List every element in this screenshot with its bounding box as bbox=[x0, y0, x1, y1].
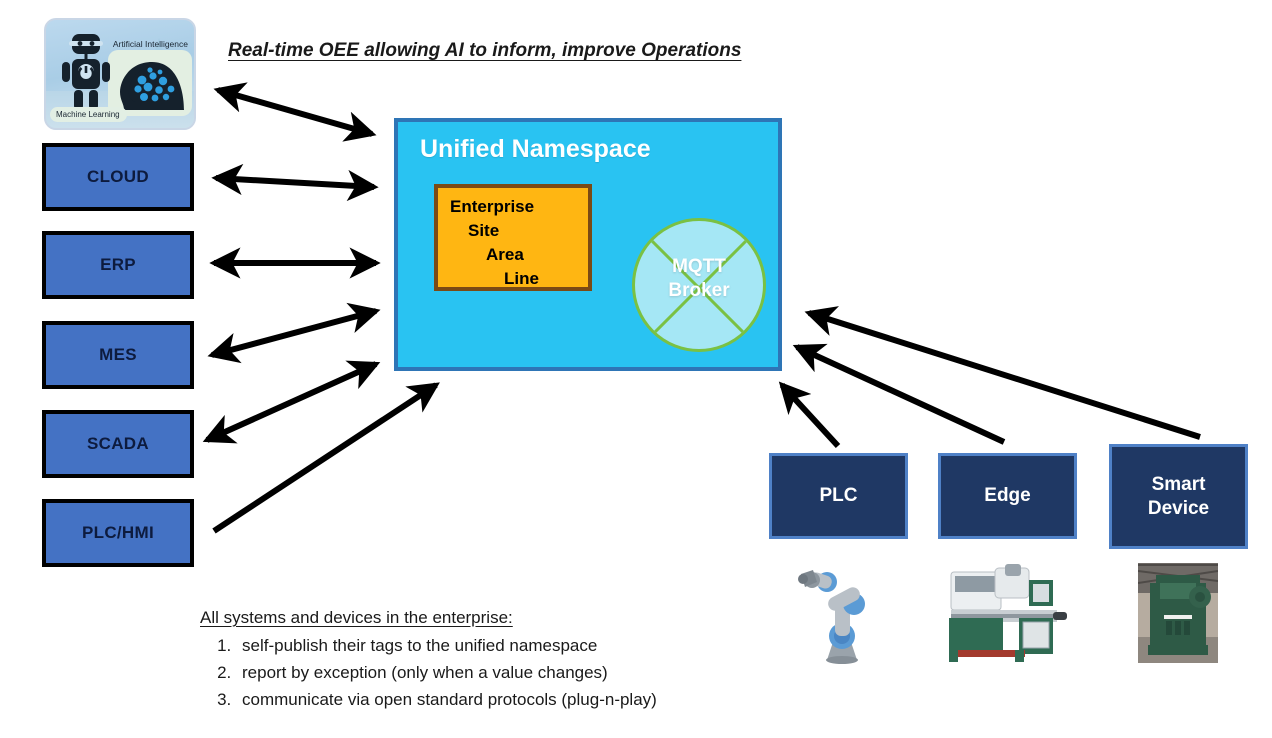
note-item: report by exception (only when a value c… bbox=[236, 659, 657, 686]
mqtt-broker-circle[interactable]: MQTT Broker bbox=[632, 218, 766, 352]
isa-level-site: Site bbox=[468, 221, 500, 240]
headline: Real-time OEE allowing AI to inform, imp… bbox=[228, 40, 742, 61]
system-box-mes[interactable]: MES bbox=[42, 321, 194, 389]
mqtt-broker-line2: Broker bbox=[668, 280, 730, 301]
arrow-plchmi-uns bbox=[212, 382, 440, 534]
lathe-machine-photo bbox=[943, 560, 1069, 664]
system-box-label: PLC/HMI bbox=[82, 523, 154, 542]
isa95-hierarchy-box: Enterprise Site Area Line bbox=[434, 184, 592, 291]
note-item: self-publish their tags to the unified n… bbox=[236, 632, 657, 659]
system-box-plc-hmi[interactable]: PLC/HMI bbox=[42, 499, 194, 567]
device-box-label: Smart Device bbox=[1148, 473, 1209, 521]
ai-illustration-subtitle: Machine Learning bbox=[50, 107, 127, 122]
arrow-ai-uns bbox=[213, 82, 377, 142]
device-label-line1: Smart bbox=[1151, 473, 1206, 495]
arrow-plc-uns bbox=[778, 381, 841, 449]
ai-illustration-title: Artificial Intelligence bbox=[112, 39, 188, 49]
mqtt-broker-label: MQTT Broker bbox=[635, 255, 763, 303]
device-box-smart-device[interactable]: Smart Device bbox=[1109, 444, 1248, 549]
system-box-scada[interactable]: SCADA bbox=[42, 410, 194, 478]
device-label-line2: Device bbox=[1147, 497, 1210, 519]
arrow-mes-uns bbox=[207, 302, 381, 364]
system-box-label: ERP bbox=[100, 255, 136, 274]
device-box-label: PLC bbox=[819, 485, 858, 506]
system-box-label: CLOUD bbox=[87, 167, 149, 186]
arrow-edge-uns bbox=[792, 343, 1006, 445]
system-box-cloud[interactable]: CLOUD bbox=[42, 143, 194, 211]
robot-arm-photo bbox=[783, 556, 901, 668]
ai-ml-illustration: Artificial Intelligence Machine Learning bbox=[44, 18, 196, 130]
system-box-erp[interactable]: ERP bbox=[42, 231, 194, 299]
brain-head-icon bbox=[120, 62, 184, 110]
device-box-edge[interactable]: Edge bbox=[938, 453, 1077, 539]
system-box-label: SCADA bbox=[87, 434, 149, 453]
isa-level-line: Line bbox=[504, 269, 539, 288]
device-box-label: Edge bbox=[984, 485, 1031, 506]
arrow-cloud-uns bbox=[211, 163, 379, 202]
notes-block: All systems and devices in the enterpris… bbox=[200, 608, 657, 713]
unified-namespace-box[interactable]: Unified Namespace Enterprise Site Area L… bbox=[394, 118, 782, 371]
device-box-plc[interactable]: PLC bbox=[769, 453, 908, 539]
isa-level-enterprise: Enterprise bbox=[450, 197, 535, 216]
unified-namespace-title: Unified Namespace bbox=[420, 135, 651, 163]
mqtt-broker-line1: MQTT bbox=[672, 256, 726, 277]
diagram-canvas: Artificial Intelligence Machine Learning… bbox=[0, 0, 1272, 738]
note-item: communicate via open standard protocols … bbox=[236, 686, 657, 713]
notes-list: self-publish their tags to the unified n… bbox=[200, 632, 657, 713]
system-box-label: MES bbox=[99, 345, 137, 364]
isa-level-area: Area bbox=[486, 245, 524, 264]
arrow-smartdevice-uns bbox=[804, 306, 1201, 440]
arrow-scada-uns bbox=[202, 360, 381, 444]
robot-icon bbox=[62, 34, 110, 110]
notes-title: All systems and devices in the enterpris… bbox=[200, 608, 513, 627]
press-machine-photo bbox=[1138, 563, 1218, 663]
